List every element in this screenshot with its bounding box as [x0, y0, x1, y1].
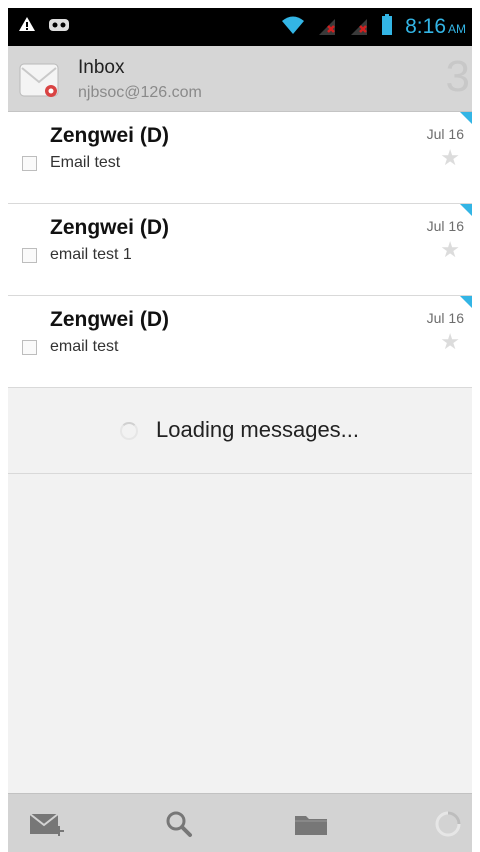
folders-icon[interactable]: [292, 806, 332, 842]
battery-icon: [381, 14, 393, 40]
message-date: Jul 16: [426, 218, 464, 234]
message-checkbox[interactable]: [22, 340, 37, 355]
signal-icon: [317, 17, 337, 37]
message-checkbox[interactable]: [22, 156, 37, 171]
unread-indicator: [460, 296, 472, 308]
unread-indicator: [460, 112, 472, 124]
message-row[interactable]: Zengwei (D) Email test Jul 16 ★: [8, 112, 472, 204]
refresh-icon[interactable]: [428, 806, 468, 842]
star-icon[interactable]: ★: [440, 330, 460, 355]
message-date: Jul 16: [426, 126, 464, 142]
message-sender: Zengwei (D): [50, 308, 169, 331]
unread-indicator: [460, 204, 472, 216]
status-bar: 8:16 AM: [8, 8, 472, 46]
message-subject: Email test: [50, 154, 121, 171]
star-icon[interactable]: ★: [440, 146, 460, 171]
message-subject: email test: [50, 338, 119, 355]
loading-text: Loading messages...: [156, 417, 360, 442]
account-email: njbsoc@126.com: [78, 84, 202, 101]
time-value: 8:16: [405, 15, 446, 38]
unread-count: 3: [445, 52, 470, 101]
compose-icon[interactable]: [28, 806, 68, 842]
message-sender: Zengwei (D): [50, 216, 169, 239]
message-row[interactable]: Zengwei (D) email test Jul 16 ★: [8, 296, 472, 388]
message-checkbox[interactable]: [22, 248, 37, 263]
star-icon[interactable]: ★: [440, 238, 460, 263]
loading-spinner-icon: [120, 422, 138, 440]
loading-row: Loading messages...: [8, 388, 472, 474]
signal-icon: [349, 17, 369, 37]
message-sender: Zengwei (D): [50, 124, 169, 147]
wifi-icon: [281, 15, 305, 39]
mailbox-title: Inbox: [78, 57, 125, 78]
account-header[interactable]: Inbox njbsoc@126.com 3: [8, 46, 472, 112]
message-subject: email test 1: [50, 246, 132, 263]
voicemail-icon: [48, 17, 70, 36]
status-time: 8:16 AM: [405, 15, 466, 39]
time-ampm: AM: [448, 22, 466, 36]
search-icon[interactable]: [160, 806, 200, 842]
message-date: Jul 16: [426, 310, 464, 326]
bottom-action-bar: [8, 793, 472, 852]
message-row[interactable]: Zengwei (D) email test 1 Jul 16 ★: [8, 204, 472, 296]
warning-icon: [18, 16, 36, 36]
email-app-screen: 8:16 AM Inbox njbsoc@126.com 3 Zengwei (D…: [8, 8, 472, 852]
email-app-icon: [18, 60, 62, 102]
